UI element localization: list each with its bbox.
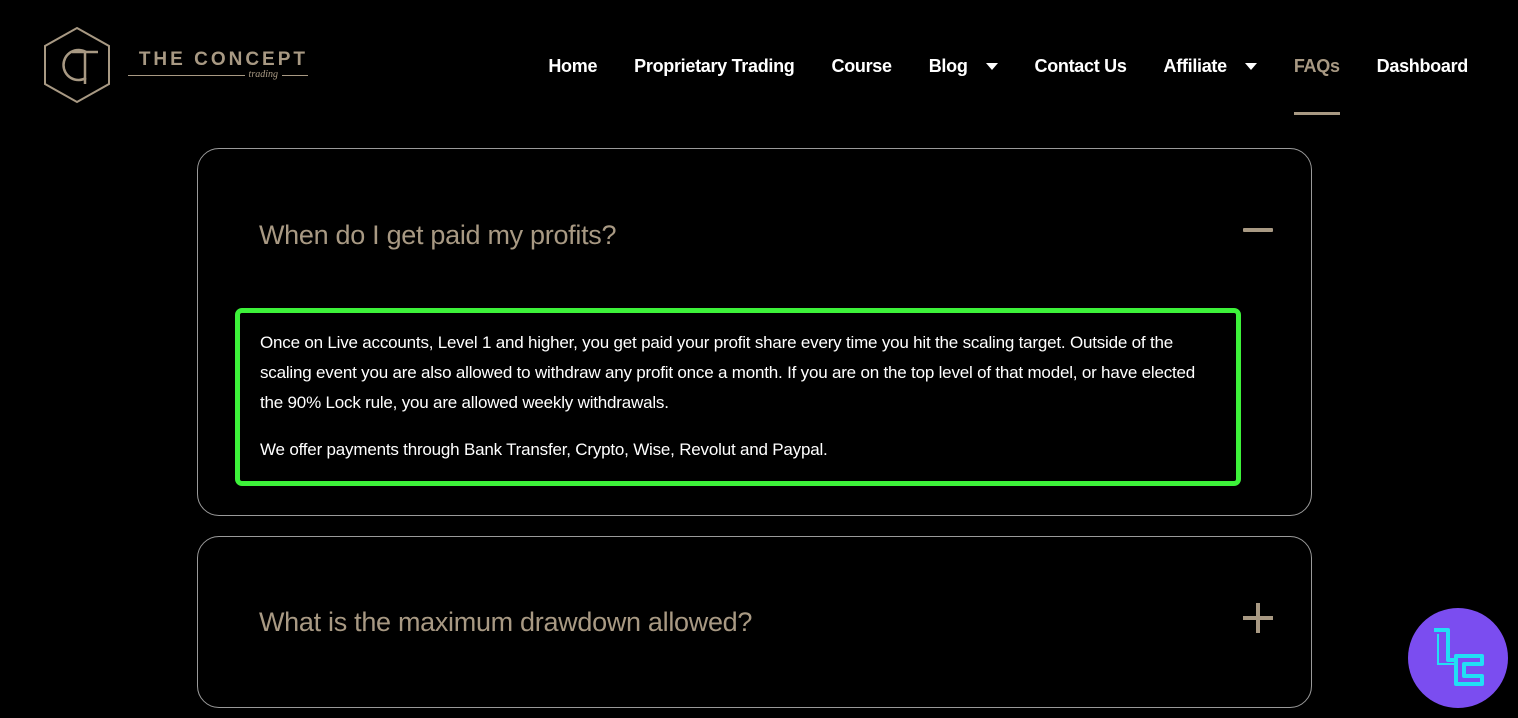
nav-item-contact-us[interactable]: Contact Us: [1035, 52, 1127, 80]
tc-badge-icon: [1434, 628, 1484, 686]
nav-item-home[interactable]: Home: [548, 52, 597, 80]
plus-icon[interactable]: [1243, 603, 1273, 633]
nav-item-dashboard[interactable]: Dashboard: [1376, 52, 1469, 80]
nav-item-blog[interactable]: Blog: [929, 52, 998, 80]
site-logo[interactable]: THE CONCEPT trading: [42, 26, 308, 104]
tc-badge[interactable]: [1408, 608, 1508, 708]
chevron-down-icon[interactable]: [985, 62, 998, 70]
nav-item-label: Affiliate: [1163, 55, 1228, 76]
brand-wordmark: THE CONCEPT trading: [128, 50, 308, 80]
nav-item-label: Dashboard: [1376, 55, 1469, 76]
nav-item-label: Course: [831, 55, 893, 76]
nav-item-label: Contact Us: [1034, 55, 1127, 76]
nav-item-label: FAQs: [1293, 55, 1340, 76]
faq-question[interactable]: What is the maximum drawdown allowed?: [259, 607, 752, 638]
brand-divider: [128, 74, 245, 76]
minus-icon[interactable]: [1243, 228, 1273, 232]
nav-item-label: Home: [548, 55, 598, 76]
brand-subtitle: trading: [248, 69, 278, 80]
hexagon-ct-logo-icon: [44, 26, 110, 104]
nav-item-course[interactable]: Course: [831, 52, 893, 80]
main-nav: Home Proprietary Trading Course Blog Con…: [511, 52, 1469, 115]
faq-answer-paragraph: Once on Live accounts, Level 1 and highe…: [260, 333, 1196, 412]
nav-item-label: Blog: [928, 55, 968, 76]
nav-item-faqs[interactable]: FAQs: [1293, 52, 1340, 115]
faq-item: When do I get paid my profits? Once on L…: [197, 148, 1312, 516]
nav-item-proprietary-trading[interactable]: Proprietary Trading: [634, 52, 795, 80]
chevron-down-icon[interactable]: [1244, 62, 1257, 70]
brand-title: THE CONCEPT: [138, 49, 308, 70]
faq-answer: Once on Live accounts, Level 1 and highe…: [235, 308, 1241, 486]
faq-item: What is the maximum drawdown allowed?: [197, 536, 1312, 708]
nav-item-label: Proprietary Trading: [634, 55, 795, 76]
faq-answer-paragraph: We offer payments through Bank Transfer,…: [260, 440, 828, 459]
faq-question[interactable]: When do I get paid my profits?: [259, 220, 617, 251]
brand-subtitle-row: trading: [128, 70, 308, 80]
brand-divider: [282, 74, 308, 76]
nav-item-affiliate[interactable]: Affiliate: [1164, 52, 1257, 80]
